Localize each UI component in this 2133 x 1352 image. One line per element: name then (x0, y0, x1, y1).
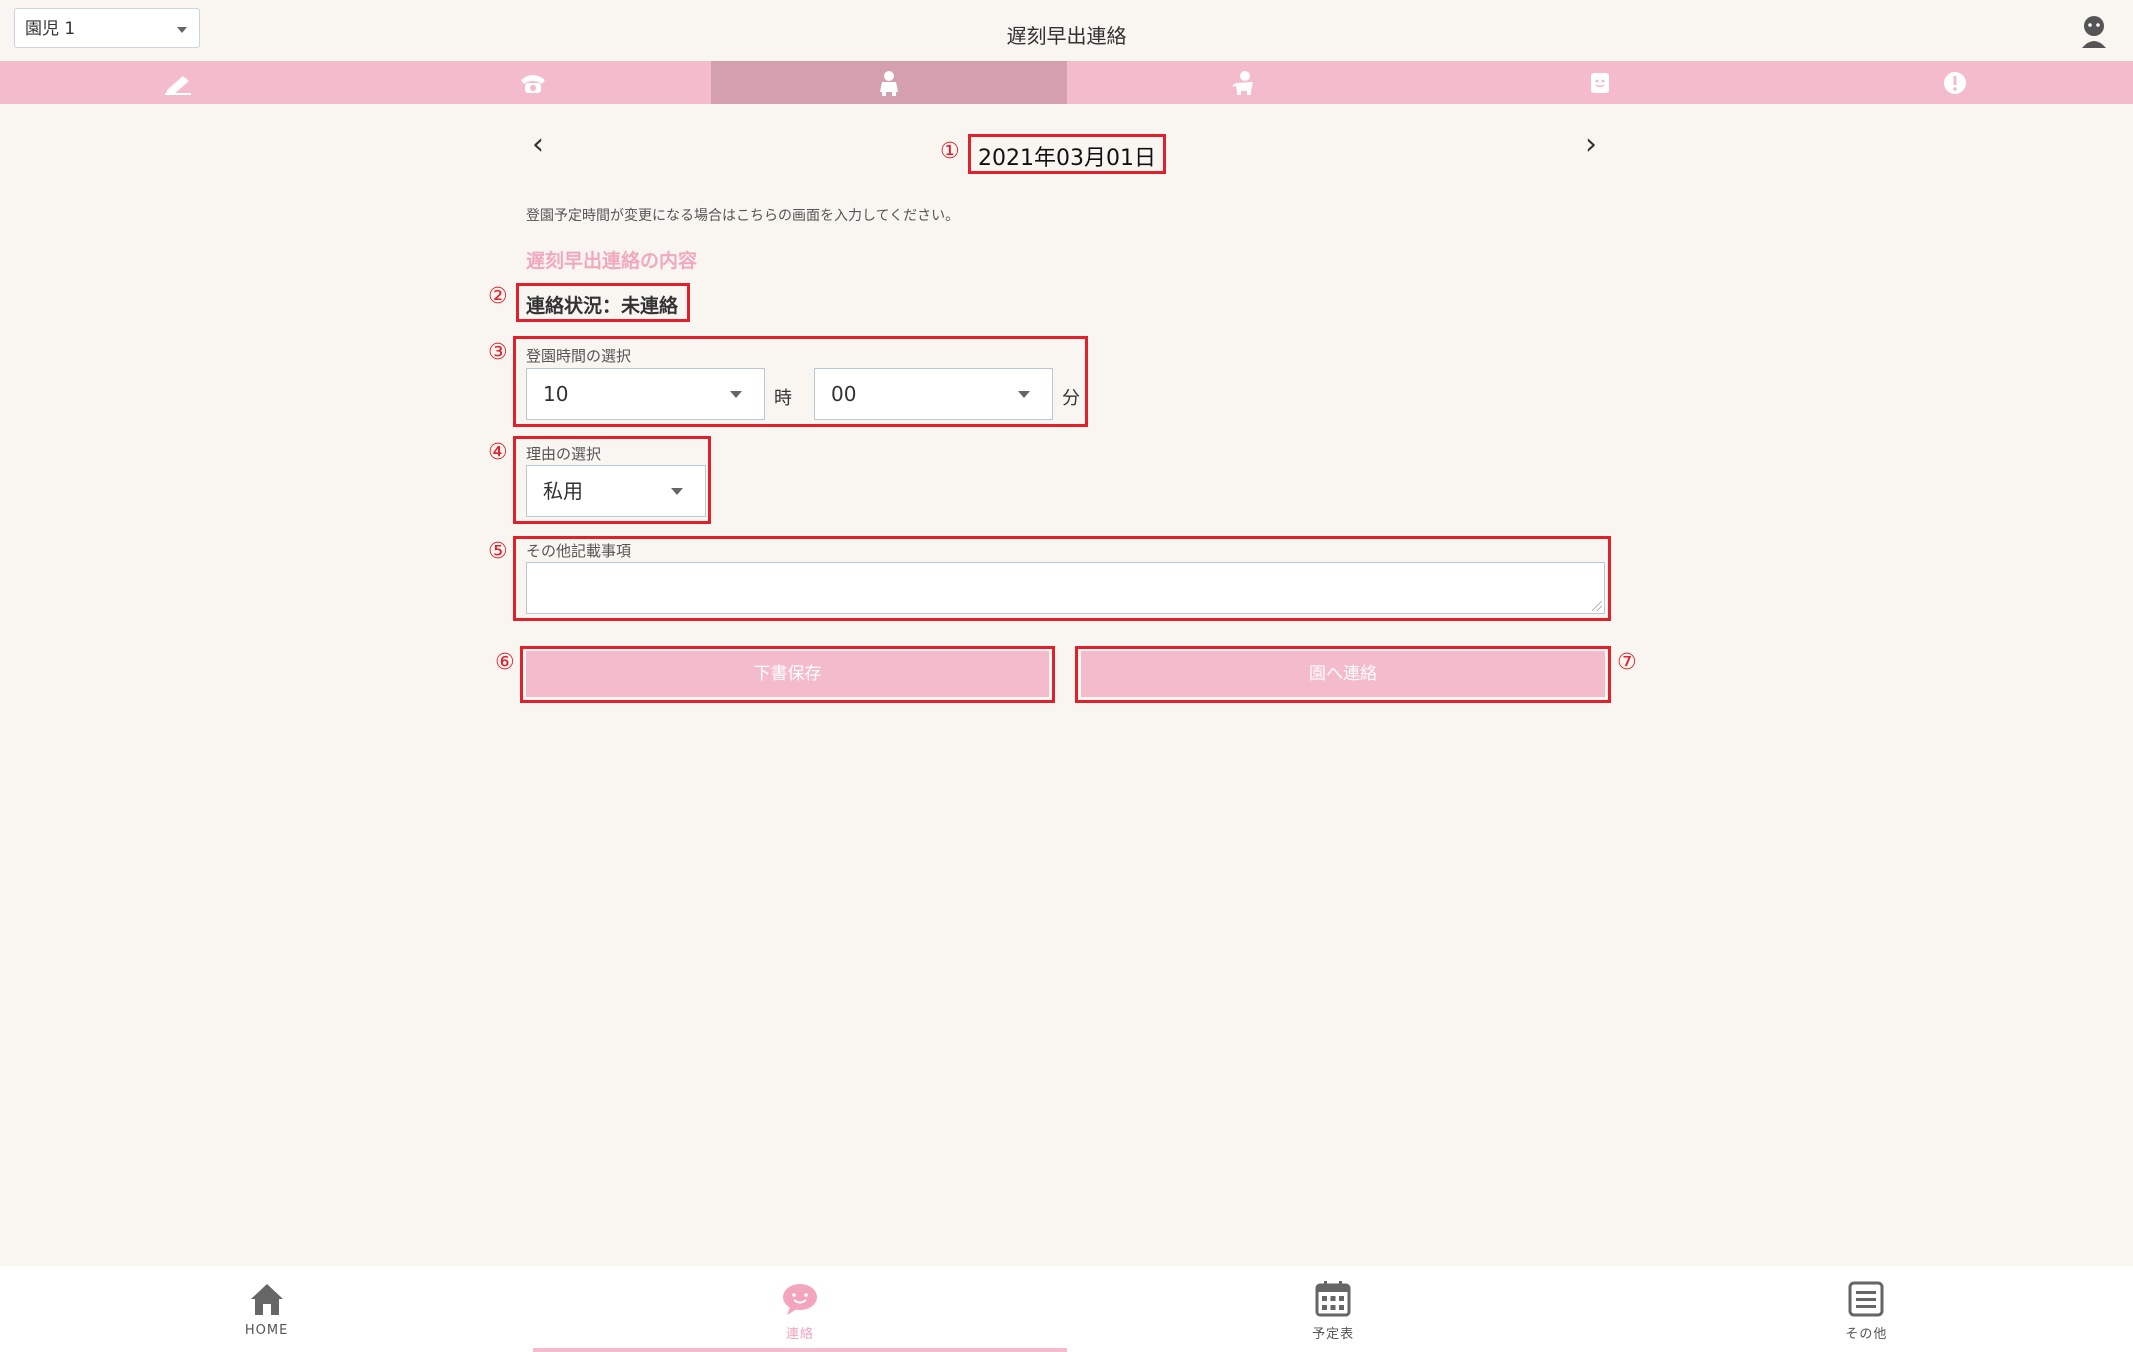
calendar-icon (1315, 1281, 1351, 1317)
current-date: 2021年03月01日 (978, 146, 1156, 171)
intro-text: 登園予定時間が変更になる場合はこちらの画面を入力してください。 (526, 208, 960, 224)
annotation-marker-1: ① (940, 139, 960, 164)
annotation-marker-4: ④ (488, 440, 508, 465)
bottom-nav-home[interactable]: HOME (0, 1266, 533, 1352)
tab-late-early-contact[interactable] (711, 61, 1067, 104)
bottom-nav-schedule[interactable]: 予定表 (1067, 1266, 1600, 1352)
chevron-down-icon (1018, 391, 1030, 398)
section-title: 遅刻早出連絡の内容 (526, 250, 698, 272)
annotation-marker-7: ⑦ (1617, 650, 1637, 675)
hour-select[interactable]: 10 (526, 368, 765, 420)
tab-absence-contact[interactable] (1067, 61, 1423, 104)
reason-select-value: 私用 (543, 479, 583, 503)
feature-tab-strip (0, 61, 2133, 104)
tab-contact-book[interactable] (0, 61, 356, 104)
bottom-nav-home-label: HOME (244, 1323, 289, 1338)
bottom-nav-other-label: その他 (1845, 1327, 1888, 1342)
bottom-nav-other[interactable]: その他 (1600, 1266, 2133, 1352)
minute-select[interactable]: 00 (814, 368, 1053, 420)
notes-textarea[interactable] (526, 562, 1605, 614)
tab-phone-contact[interactable] (356, 61, 712, 104)
page-title: 遅刻早出連絡 (1006, 24, 1127, 48)
child-walking-icon (879, 70, 898, 96)
user-avatar-icon[interactable] (2079, 14, 2109, 48)
chevron-down-icon (671, 488, 683, 495)
resize-handle-icon[interactable] (1592, 601, 1602, 611)
menu-list-icon (1848, 1281, 1884, 1317)
tab-pickup-contact[interactable] (1422, 61, 1778, 104)
reason-select[interactable]: 私用 (526, 465, 706, 517)
reason-label: 理由の選択 (526, 445, 602, 463)
annotation-marker-3: ③ (488, 340, 508, 365)
bottom-nav-schedule-label: 予定表 (1312, 1327, 1355, 1342)
annotation-marker-6: ⑥ (495, 650, 515, 675)
chat-bubble-icon (782, 1284, 817, 1315)
minute-unit: 分 (1062, 388, 1080, 409)
bottom-nav-contact-label: 連絡 (785, 1327, 814, 1342)
annotation-marker-5: ⑤ (488, 539, 508, 564)
chevron-down-icon (730, 391, 742, 398)
prev-day-button[interactable]: ‹ (532, 130, 544, 160)
pencil-icon (164, 75, 191, 95)
annotation-marker-2: ② (488, 284, 508, 309)
home-icon (250, 1284, 283, 1315)
notes-label: その他記載事項 (526, 542, 632, 560)
hour-unit: 時 (774, 388, 792, 409)
minute-select-value: 00 (831, 382, 857, 406)
contact-status: 連絡状況：未連絡 (526, 295, 679, 317)
save-draft-button[interactable]: 下書保存 (526, 651, 1049, 697)
hour-select-value: 10 (543, 382, 569, 406)
top-bar: 園児 1 遅刻早出連絡 (0, 0, 2133, 60)
child-running-icon (1232, 70, 1254, 95)
face-card-icon (1590, 72, 1609, 93)
alert-icon (1944, 71, 1967, 94)
phone-icon (521, 74, 546, 93)
tab-emergency[interactable] (1778, 61, 2133, 104)
send-to-school-button[interactable]: 園へ連絡 (1081, 651, 1605, 697)
bottom-nav: HOME 連絡 予定表 その他 (0, 1266, 2133, 1352)
bottom-nav-contact[interactable]: 連絡 (533, 1266, 1067, 1352)
arrival-time-label: 登園時間の選択 (526, 347, 632, 365)
next-day-button[interactable]: › (1585, 130, 1597, 160)
